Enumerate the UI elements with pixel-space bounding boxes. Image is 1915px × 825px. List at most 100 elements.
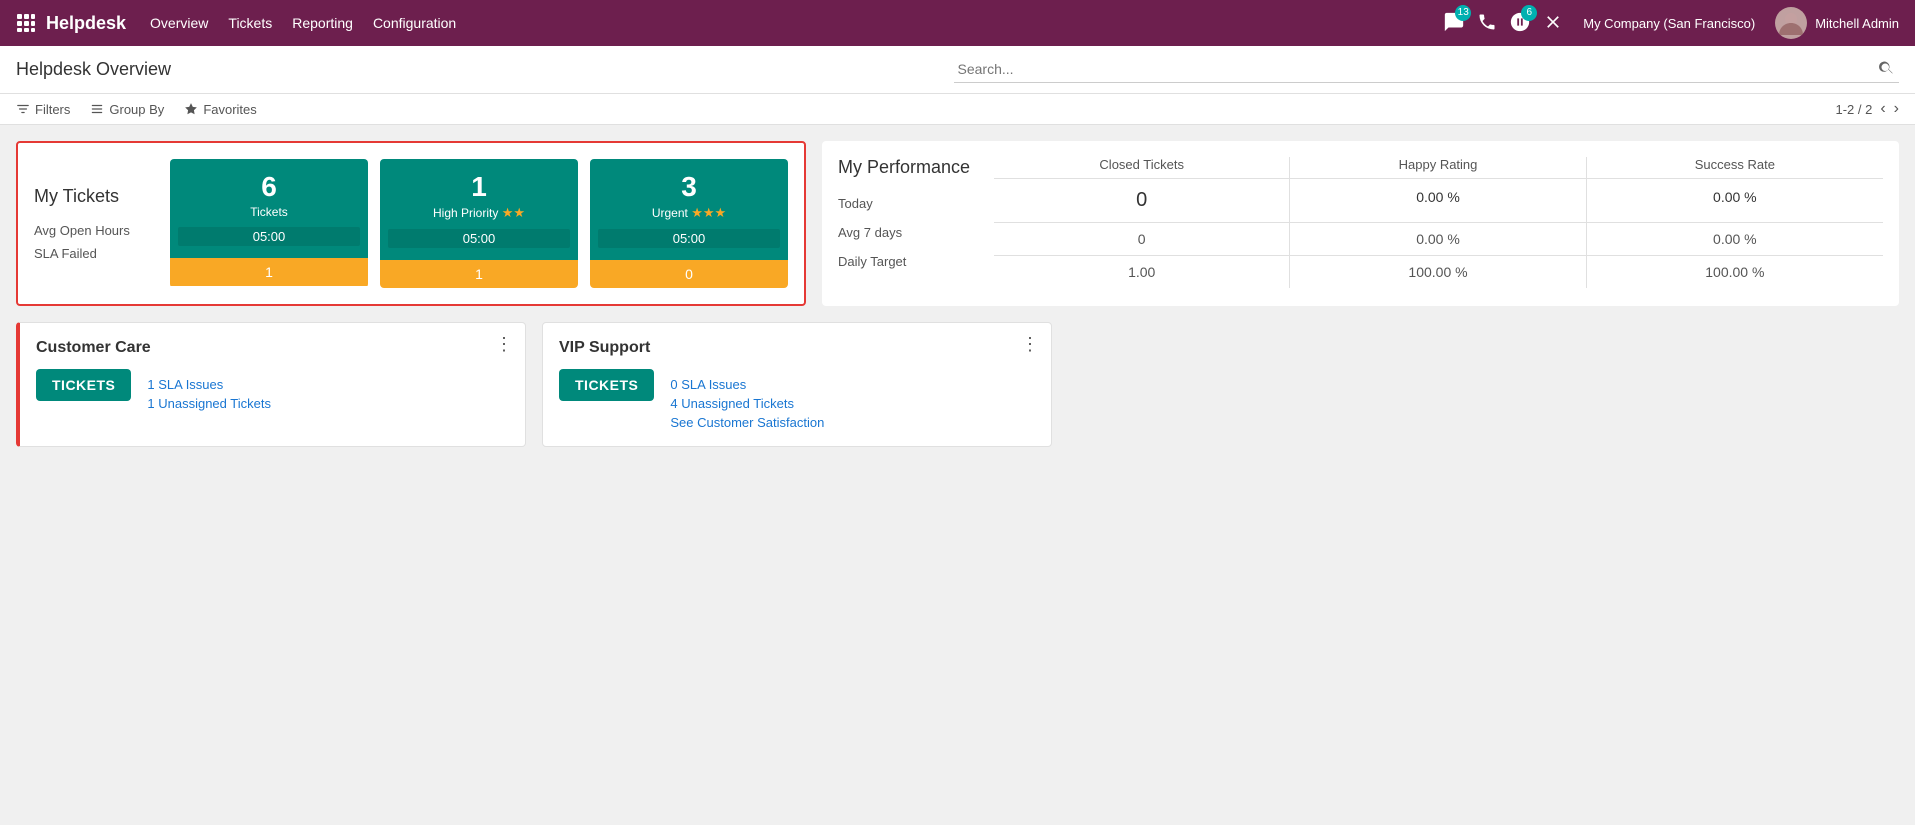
right-icons: 13 6 My Company (San Francisco) Mitchell… bbox=[1443, 7, 1899, 39]
urgent-count: 3 bbox=[598, 171, 780, 203]
user-area[interactable]: Mitchell Admin bbox=[1775, 7, 1899, 39]
customer-care-card: ⋮ Customer Care TICKETS 1 SLA Issues 1 U… bbox=[16, 322, 526, 447]
vip-support-unassigned-link[interactable]: 4 Unassigned Tickets bbox=[670, 396, 824, 411]
customer-care-menu-icon[interactable]: ⋮ bbox=[495, 335, 513, 353]
kanban-row: ⋮ Customer Care TICKETS 1 SLA Issues 1 U… bbox=[16, 322, 1899, 447]
performance-title: My Performance bbox=[838, 157, 970, 178]
messages-count: 13 bbox=[1455, 5, 1471, 21]
customer-care-tickets-button[interactable]: TICKETS bbox=[36, 369, 131, 401]
prev-page-button[interactable]: ‹ bbox=[1880, 100, 1885, 118]
customer-care-title: Customer Care bbox=[36, 339, 509, 357]
high-priority-label: High Priority ★★ bbox=[388, 205, 570, 221]
customer-care-sla-link[interactable]: 1 SLA Issues bbox=[147, 377, 271, 392]
performance-container: My Performance Today Avg 7 days Daily Ta… bbox=[822, 141, 1899, 306]
perf-today-closed: 0 bbox=[994, 179, 1290, 222]
urgent-time: 05:00 bbox=[598, 229, 780, 248]
filters-label: Filters bbox=[35, 102, 70, 117]
phone-icon[interactable] bbox=[1477, 12, 1497, 35]
perf-headers-row: Closed Tickets Happy Rating Success Rate bbox=[994, 157, 1883, 179]
perf-target-happy: 100.00 % bbox=[1290, 256, 1586, 288]
sla-failed-label: SLA Failed bbox=[34, 246, 154, 261]
perf-row-avg7: Avg 7 days bbox=[838, 225, 970, 240]
high-priority-card[interactable]: 1 High Priority ★★ 05:00 1 bbox=[380, 159, 578, 288]
groupby-button[interactable]: Group By bbox=[90, 102, 164, 117]
tickets-card-top: 6 Tickets 05:00 bbox=[170, 159, 368, 258]
perf-target-closed: 1.00 bbox=[994, 256, 1290, 288]
perf-avg7-closed: 0 bbox=[994, 223, 1290, 255]
username: Mitchell Admin bbox=[1815, 16, 1899, 31]
my-tickets-title: My Tickets bbox=[34, 186, 154, 207]
favorites-label: Favorites bbox=[203, 102, 256, 117]
high-priority-stars: ★★ bbox=[502, 205, 525, 220]
filters-button[interactable]: Filters bbox=[16, 102, 70, 117]
groupby-label: Group By bbox=[109, 102, 164, 117]
perf-today-happy: 0.00 % bbox=[1290, 179, 1586, 222]
top-navigation: Helpdesk Overview Tickets Reporting Conf… bbox=[0, 0, 1915, 46]
tickets-time: 05:00 bbox=[178, 227, 360, 246]
vip-support-title: VIP Support bbox=[559, 339, 1035, 357]
search-bar[interactable] bbox=[954, 57, 1900, 83]
company-name: My Company (San Francisco) bbox=[1583, 16, 1755, 31]
page-title: Helpdesk Overview bbox=[16, 59, 954, 80]
avg-open-hours-label: Avg Open Hours bbox=[34, 223, 154, 238]
kanban-spacer bbox=[1068, 322, 1899, 447]
vip-support-links: 0 SLA Issues 4 Unassigned Tickets See Cu… bbox=[670, 377, 824, 430]
customer-care-links: 1 SLA Issues 1 Unassigned Tickets bbox=[147, 377, 271, 411]
pagination-text: 1-2 / 2 bbox=[1835, 102, 1872, 117]
perf-header-success: Success Rate bbox=[1587, 157, 1883, 179]
perf-today-row: 0 0.00 % 0.00 % bbox=[994, 179, 1883, 223]
urgent-card[interactable]: 3 Urgent ★★★ 05:00 0 bbox=[590, 159, 788, 288]
brand-name[interactable]: Helpdesk bbox=[46, 13, 126, 34]
perf-avg7-happy: 0.00 % bbox=[1290, 223, 1586, 255]
urgent-label: Urgent ★★★ bbox=[598, 205, 780, 221]
my-tickets-section: My Tickets Avg Open Hours SLA Failed 6 T… bbox=[16, 141, 806, 306]
vip-support-body: TICKETS 0 SLA Issues 4 Unassigned Ticket… bbox=[559, 369, 1035, 430]
my-performance-panel: My Performance Today Avg 7 days Daily Ta… bbox=[822, 141, 1899, 306]
vip-support-satisfaction-link[interactable]: See Customer Satisfaction bbox=[670, 415, 824, 430]
perf-target-success: 100.00 % bbox=[1587, 256, 1883, 288]
ticket-cards: 6 Tickets 05:00 1 1 High Priority ★★ bbox=[170, 159, 788, 288]
performance-inner: My Performance Today Avg 7 days Daily Ta… bbox=[838, 157, 1883, 288]
secondary-bar: Helpdesk Overview bbox=[0, 46, 1915, 94]
tickets-count: 6 bbox=[178, 171, 360, 203]
customer-care-body: TICKETS 1 SLA Issues 1 Unassigned Ticket… bbox=[36, 369, 509, 411]
perf-avg7-row: 0 0.00 % 0.00 % bbox=[994, 223, 1883, 256]
my-tickets-panel: My Tickets Avg Open Hours SLA Failed 6 T… bbox=[16, 141, 806, 306]
high-priority-sla-failed: 1 bbox=[380, 260, 578, 288]
nav-configuration[interactable]: Configuration bbox=[373, 11, 456, 35]
perf-header-happy: Happy Rating bbox=[1290, 157, 1586, 179]
filter-bar: Filters Group By Favorites 1-2 / 2 ‹ › bbox=[0, 94, 1915, 125]
perf-today-success: 0.00 % bbox=[1587, 179, 1883, 222]
search-icon[interactable] bbox=[1877, 59, 1895, 80]
messages-icon-badge[interactable]: 13 bbox=[1443, 11, 1465, 36]
main-content: My Tickets Avg Open Hours SLA Failed 6 T… bbox=[0, 125, 1915, 463]
nav-overview[interactable]: Overview bbox=[150, 11, 208, 35]
vip-support-card: ⋮ VIP Support TICKETS 0 SLA Issues 4 Una… bbox=[542, 322, 1052, 447]
customer-care-unassigned-link[interactable]: 1 Unassigned Tickets bbox=[147, 396, 271, 411]
top-row: My Tickets Avg Open Hours SLA Failed 6 T… bbox=[16, 141, 1899, 306]
activity-icon-badge[interactable]: 6 bbox=[1509, 11, 1531, 36]
nav-links: Overview Tickets Reporting Configuration bbox=[150, 11, 1443, 35]
perf-row-today: Today bbox=[838, 196, 970, 211]
perf-row-target: Daily Target bbox=[838, 254, 970, 269]
search-input[interactable] bbox=[958, 61, 1878, 77]
close-icon[interactable] bbox=[1543, 12, 1563, 35]
activity-count: 6 bbox=[1521, 5, 1537, 21]
high-priority-count: 1 bbox=[388, 171, 570, 203]
performance-labels-col: My Performance Today Avg 7 days Daily Ta… bbox=[838, 157, 970, 269]
vip-support-sla-link[interactable]: 0 SLA Issues bbox=[670, 377, 824, 392]
next-page-button[interactable]: › bbox=[1894, 100, 1899, 118]
performance-grid: Closed Tickets Happy Rating Success Rate… bbox=[994, 157, 1883, 288]
tickets-card[interactable]: 6 Tickets 05:00 1 bbox=[170, 159, 368, 288]
vip-support-tickets-button[interactable]: TICKETS bbox=[559, 369, 654, 401]
tickets-label: Tickets bbox=[178, 205, 360, 219]
favorites-button[interactable]: Favorites bbox=[184, 102, 256, 117]
urgent-stars: ★★★ bbox=[691, 205, 726, 220]
urgent-card-top: 3 Urgent ★★★ 05:00 bbox=[590, 159, 788, 260]
nav-reporting[interactable]: Reporting bbox=[292, 11, 353, 35]
vip-support-menu-icon[interactable]: ⋮ bbox=[1021, 335, 1039, 353]
nav-tickets[interactable]: Tickets bbox=[228, 11, 272, 35]
tickets-sla-failed: 1 bbox=[170, 258, 368, 286]
apps-icon[interactable] bbox=[16, 13, 36, 33]
high-priority-time: 05:00 bbox=[388, 229, 570, 248]
